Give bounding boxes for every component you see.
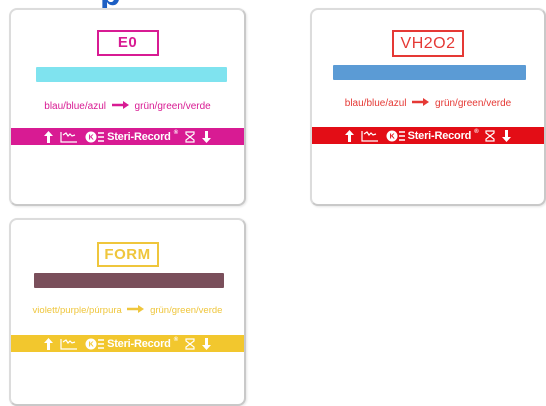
steri-record-logo-icon: K <box>85 131 105 143</box>
hourglass-icon <box>185 130 195 143</box>
temperature-graph-icon <box>60 131 78 143</box>
process-label: VH2O2 <box>392 30 464 57</box>
color-after-text: grün/green/verde <box>134 101 211 112</box>
process-label: E0 <box>96 30 159 56</box>
brand-name: Steri-Record <box>407 129 472 142</box>
hourglass-icon <box>485 129 496 142</box>
registered-mark: ® <box>173 336 178 343</box>
svg-text:K: K <box>89 341 94 348</box>
temperature-graph-icon <box>60 338 78 350</box>
cropped-heading-letter: p <box>100 0 140 8</box>
brand-strip: K Steri-Record ® <box>312 127 544 144</box>
indicator-color-bar <box>36 67 227 82</box>
color-after-text: grün/green/verde <box>150 305 223 316</box>
right-arrow-icon <box>126 304 145 314</box>
hourglass-icon <box>185 337 195 350</box>
color-before-text: violett/purple/púrpura <box>32 305 122 316</box>
color-before-text: blau/blue/azul <box>344 98 407 109</box>
brand-name: Steri-Record <box>107 337 171 350</box>
up-arrow-icon <box>44 130 54 143</box>
down-arrow-icon <box>201 337 211 350</box>
right-arrow-icon <box>411 97 430 107</box>
indicator-label-gallery: p E0 blau/blue/azul grün/green/verde <box>0 0 546 406</box>
indicator-color-bar <box>333 65 526 80</box>
up-arrow-icon <box>44 337 54 350</box>
brand-strip: K Steri-Record ® <box>11 128 244 145</box>
svg-text:K: K <box>89 134 94 141</box>
steri-record-brand: K Steri-Record ® <box>386 128 479 142</box>
registered-mark: ® <box>173 129 178 136</box>
registered-mark: ® <box>474 128 479 135</box>
temperature-graph-icon <box>360 130 379 142</box>
brand-name: Steri-Record <box>107 130 171 143</box>
indicator-card: E0 blau/blue/azul grün/green/verde K Ste… <box>9 8 246 206</box>
steri-record-logo-icon: K <box>85 338 105 350</box>
up-arrow-icon <box>344 129 354 142</box>
down-arrow-icon <box>502 129 512 142</box>
steri-record-logo-icon: K <box>386 130 406 142</box>
color-change-text: violett/purple/púrpura grün/green/verde <box>11 305 244 317</box>
steri-record-brand: K Steri-Record ® <box>85 336 178 350</box>
right-arrow-icon <box>111 100 130 110</box>
brand-strip: K Steri-Record ® <box>11 335 244 352</box>
svg-text:K: K <box>389 133 394 140</box>
color-change-text: blau/blue/azul grün/green/verde <box>11 101 244 113</box>
process-label: FORM <box>96 242 159 267</box>
steri-record-brand: K Steri-Record ® <box>85 129 178 143</box>
color-before-text: blau/blue/azul <box>44 101 106 112</box>
indicator-card: FORM violett/purple/púrpura grün/green/v… <box>9 218 246 406</box>
color-after-text: grün/green/verde <box>435 98 512 109</box>
indicator-color-bar <box>34 273 224 288</box>
indicator-card: VH2O2 blau/blue/azul grün/green/verde K … <box>310 8 546 206</box>
down-arrow-icon <box>201 130 211 143</box>
color-change-text: blau/blue/azul grün/green/verde <box>312 98 544 110</box>
